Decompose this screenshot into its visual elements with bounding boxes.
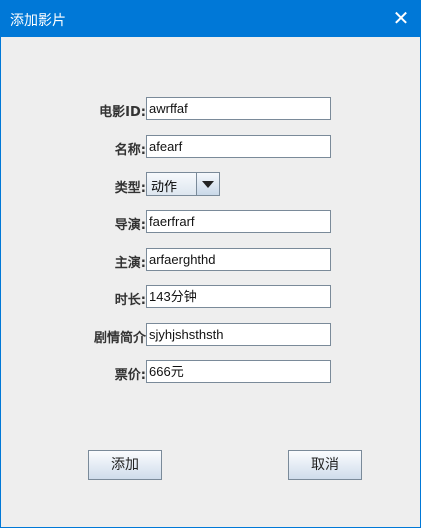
- add-button[interactable]: 添加: [88, 450, 162, 480]
- name-label: 名称:: [114, 143, 146, 158]
- duration-label: 时长:: [114, 293, 146, 308]
- synopsis-input[interactable]: sjyhjshsthsth: [146, 323, 331, 346]
- type-label: 类型:: [114, 181, 146, 196]
- type-select[interactable]: 动作: [146, 172, 220, 196]
- price-label: 票价:: [114, 368, 146, 383]
- name-input[interactable]: afearf: [146, 135, 331, 158]
- actors-input[interactable]: arfaerghthd: [146, 248, 331, 271]
- movie-id-input[interactable]: awrffaf: [146, 97, 331, 120]
- director-label: 导演:: [114, 218, 146, 233]
- type-selected-value: 动作: [151, 180, 178, 195]
- duration-input[interactable]: 143分钟: [146, 285, 331, 308]
- price-input[interactable]: 666元: [146, 360, 331, 383]
- title-bar: 添加影片 ✕: [0, 0, 421, 37]
- cancel-button[interactable]: 取消: [288, 450, 362, 480]
- director-input[interactable]: faerfrarf: [146, 210, 331, 233]
- close-icon[interactable]: ✕: [381, 0, 421, 37]
- synopsis-label: 剧情简介: [93, 331, 146, 346]
- movie-id-label: 电影ID:: [99, 105, 146, 120]
- actors-label: 主演:: [114, 256, 146, 271]
- chevron-down-icon[interactable]: [196, 173, 219, 195]
- window-title: 添加影片: [10, 13, 66, 29]
